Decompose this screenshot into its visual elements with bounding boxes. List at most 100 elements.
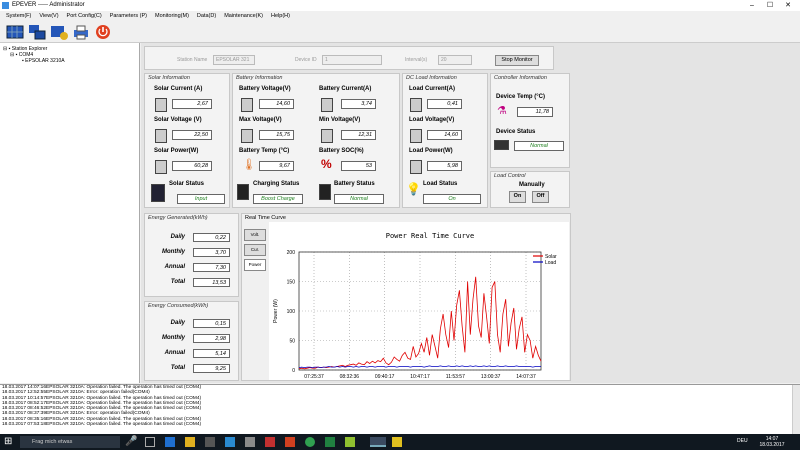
percent-icon: % [321, 157, 332, 171]
energy-gen-annual-value: 7,30 [193, 263, 230, 272]
meter-icon [410, 160, 422, 174]
battery-temp-value: 9,67 [259, 161, 294, 171]
energy-con-annual-label: Annual [164, 350, 185, 356]
min-voltage-label: Min Voltage(V) [319, 117, 361, 123]
energy-con-daily-value: 0,15 [193, 319, 230, 328]
clock-date: 18.03.2017 [759, 442, 785, 448]
energy-gen-annual-label: Annual [164, 264, 185, 270]
menu-monitoring[interactable]: Monitoring(M) [155, 11, 189, 21]
solar-panel-icon[interactable] [6, 23, 24, 41]
menu-view[interactable]: View(V) [39, 11, 58, 21]
min-voltage-value: 12,31 [341, 130, 376, 140]
load-voltage-label: Load Voltage(V) [409, 117, 455, 123]
tab-volt[interactable]: Volt. [244, 229, 266, 241]
device-temp-value: 11,78 [517, 107, 553, 117]
tab-power[interactable]: Power [244, 259, 266, 271]
energy-con-monthly-value: 2,98 [193, 334, 230, 343]
windows-start-icon[interactable]: ⊞ [4, 436, 12, 448]
excel-icon[interactable] [325, 437, 335, 447]
file-explorer-icon[interactable] [185, 437, 195, 447]
station-name-label: Station Name [177, 57, 208, 63]
meter-icon [321, 98, 333, 112]
power-icon[interactable] [94, 23, 112, 41]
interval-label: Interval(s) [405, 57, 428, 63]
log-scrollbar[interactable] [792, 385, 800, 434]
stop-monitor-button[interactable]: Stop Monitor [495, 55, 539, 66]
app-icon[interactable] [245, 437, 255, 447]
clock[interactable]: 14:07 18.03.2017 [757, 436, 787, 448]
battery-icon [319, 184, 331, 200]
mail-icon[interactable] [225, 437, 235, 447]
max-voltage-label: Max Voltage(V) [239, 117, 282, 123]
max-voltage-value: 15,75 [259, 130, 294, 140]
menu-data[interactable]: Data(D) [197, 11, 216, 21]
x-tick-label: 10:47:17 [410, 374, 430, 380]
solar-array-icon[interactable] [28, 23, 46, 41]
battery-panel: Battery Information Battery Voltage(V) 1… [232, 73, 400, 208]
real-time-curve-panel: Real Time Curve Volt. Cur. Power Power R… [241, 213, 571, 381]
language-indicator[interactable]: DEU [737, 438, 748, 444]
energy-con-annual-value: 5,14 [193, 349, 230, 358]
meter-icon [155, 98, 167, 112]
tree-device[interactable]: ▪ EPSOLAR 3210A [22, 58, 65, 64]
load-control-panel: Load Control Manually On Off [490, 171, 570, 208]
chrome-icon[interactable] [305, 437, 315, 447]
battery-soc-value: 53 [341, 161, 376, 171]
battery-status-label: Battery Status [334, 181, 375, 187]
device-status-label: Device Status [496, 129, 536, 135]
printer-icon[interactable] [72, 23, 90, 41]
energy-gen-total-label: Total [170, 279, 185, 285]
menu-maintenance[interactable]: Maintenance(K) [224, 11, 263, 21]
energy-con-daily-label: Daily [170, 320, 185, 326]
station-name-field[interactable]: EPSOLAR 321 [213, 55, 255, 65]
x-tick-label: 14:07:37 [516, 374, 536, 380]
tab-cur[interactable]: Cur. [244, 244, 266, 256]
battery-status-value: Normal [334, 194, 384, 204]
menu-port-config[interactable]: Port Config(C) [67, 11, 102, 21]
app-icon[interactable] [392, 437, 402, 447]
solar-panel: Solar Information Solar Current (A) 2,67… [144, 73, 230, 208]
solar-status-label: Solar Status [169, 181, 205, 187]
y-tick-label: 150 [287, 280, 296, 286]
menu-parameters[interactable]: Parameters (P) [110, 11, 147, 21]
minimize-button[interactable]: – [744, 0, 760, 11]
x-tick-label: 11:53:57 [446, 374, 465, 380]
device-id-field[interactable]: 1 [322, 55, 382, 65]
load-current-label: Load Current(A) [409, 86, 455, 92]
search-placeholder: Frag mich etwas [32, 439, 73, 445]
title-bar: EPEVER ----- Administrator – ☐ ✕ [0, 0, 800, 11]
menu-system[interactable]: System(F) [6, 11, 31, 21]
search-box[interactable]: Frag mich etwas [20, 436, 120, 448]
solar-power-label: Solar Power(W) [154, 148, 199, 154]
y-tick-label: 200 [287, 250, 296, 256]
solar-settings-icon[interactable] [50, 23, 68, 41]
app-icon[interactable] [345, 437, 355, 447]
solar-power-value: 60,28 [172, 161, 212, 171]
controller-panel: Controller Information Device Temp (°C) … [490, 73, 570, 168]
epever-taskbar-icon[interactable] [370, 437, 386, 447]
energy-generated-panel: Energy Generated(kWh) Daily 0,22 Monthly… [144, 213, 239, 297]
menu-help[interactable]: Help(H) [271, 11, 290, 21]
load-on-button[interactable]: On [509, 191, 526, 203]
office-icon[interactable] [285, 437, 295, 447]
close-button[interactable]: ✕ [780, 0, 796, 11]
app-icon [2, 2, 9, 9]
energy-gen-daily-label: Daily [170, 234, 185, 240]
battery-charging-icon [237, 184, 249, 200]
energy-con-total-value: 9,25 [193, 364, 230, 373]
energy-generated-title: Energy Generated(kWh) [148, 215, 208, 221]
solar-current-value: 2,67 [172, 99, 212, 109]
monitor-header: Station Name EPSOLAR 321 Device ID 1 Int… [144, 46, 554, 70]
edge-icon[interactable] [165, 437, 175, 447]
interval-field[interactable]: 20 [438, 55, 472, 65]
main-panel: Station Name EPSOLAR 321 Device ID 1 Int… [141, 43, 800, 383]
log-entry: 18.03.2017 07:53:18EPSOLAR 3210A: Operat… [2, 422, 202, 428]
dc-load-panel: DC Load Information Load Current(A) 0,41… [402, 73, 488, 208]
store-icon[interactable] [205, 437, 215, 447]
task-view-icon[interactable] [145, 437, 155, 447]
meter-icon [241, 129, 253, 143]
load-off-button[interactable]: Off [532, 191, 549, 203]
microphone-icon[interactable]: 🎤 [125, 437, 137, 447]
maximize-button[interactable]: ☐ [762, 0, 778, 11]
app-icon[interactable] [265, 437, 275, 447]
